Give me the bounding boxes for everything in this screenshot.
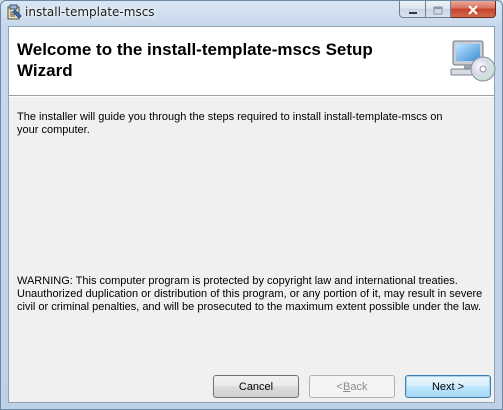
cancel-button[interactable]: Cancel [213, 375, 299, 398]
back-button-label: ack [350, 380, 368, 393]
caption-buttons [399, 1, 496, 19]
back-button-mnemonic: B [342, 380, 351, 393]
maximize-button[interactable] [426, 1, 451, 18]
maximize-icon [433, 1, 443, 19]
intro-text: The installer will guide you through the… [17, 111, 443, 136]
installer-package-icon[interactable] [6, 4, 22, 21]
installer-window: install-template-mscs Welcome to the ins… [0, 0, 503, 410]
wizard-client-area: Welcome to the install-template-mscs Set… [8, 26, 497, 403]
copyright-warning-text: WARNING: This computer program is protec… [17, 275, 483, 313]
next-button[interactable]: Next > [405, 375, 491, 398]
back-button[interactable]: < Back [309, 375, 395, 398]
computer-cd-icon [449, 39, 497, 83]
title-bar[interactable]: install-template-mscs [1, 1, 502, 25]
wizard-banner: Welcome to the install-template-mscs Set… [9, 27, 497, 96]
close-button[interactable] [451, 1, 496, 18]
close-icon [467, 1, 479, 19]
page-title: Welcome to the install-template-mscs Set… [17, 40, 373, 80]
window-title: install-template-mscs [25, 5, 155, 19]
minimize-button[interactable] [399, 1, 426, 18]
minimize-icon [408, 1, 418, 19]
